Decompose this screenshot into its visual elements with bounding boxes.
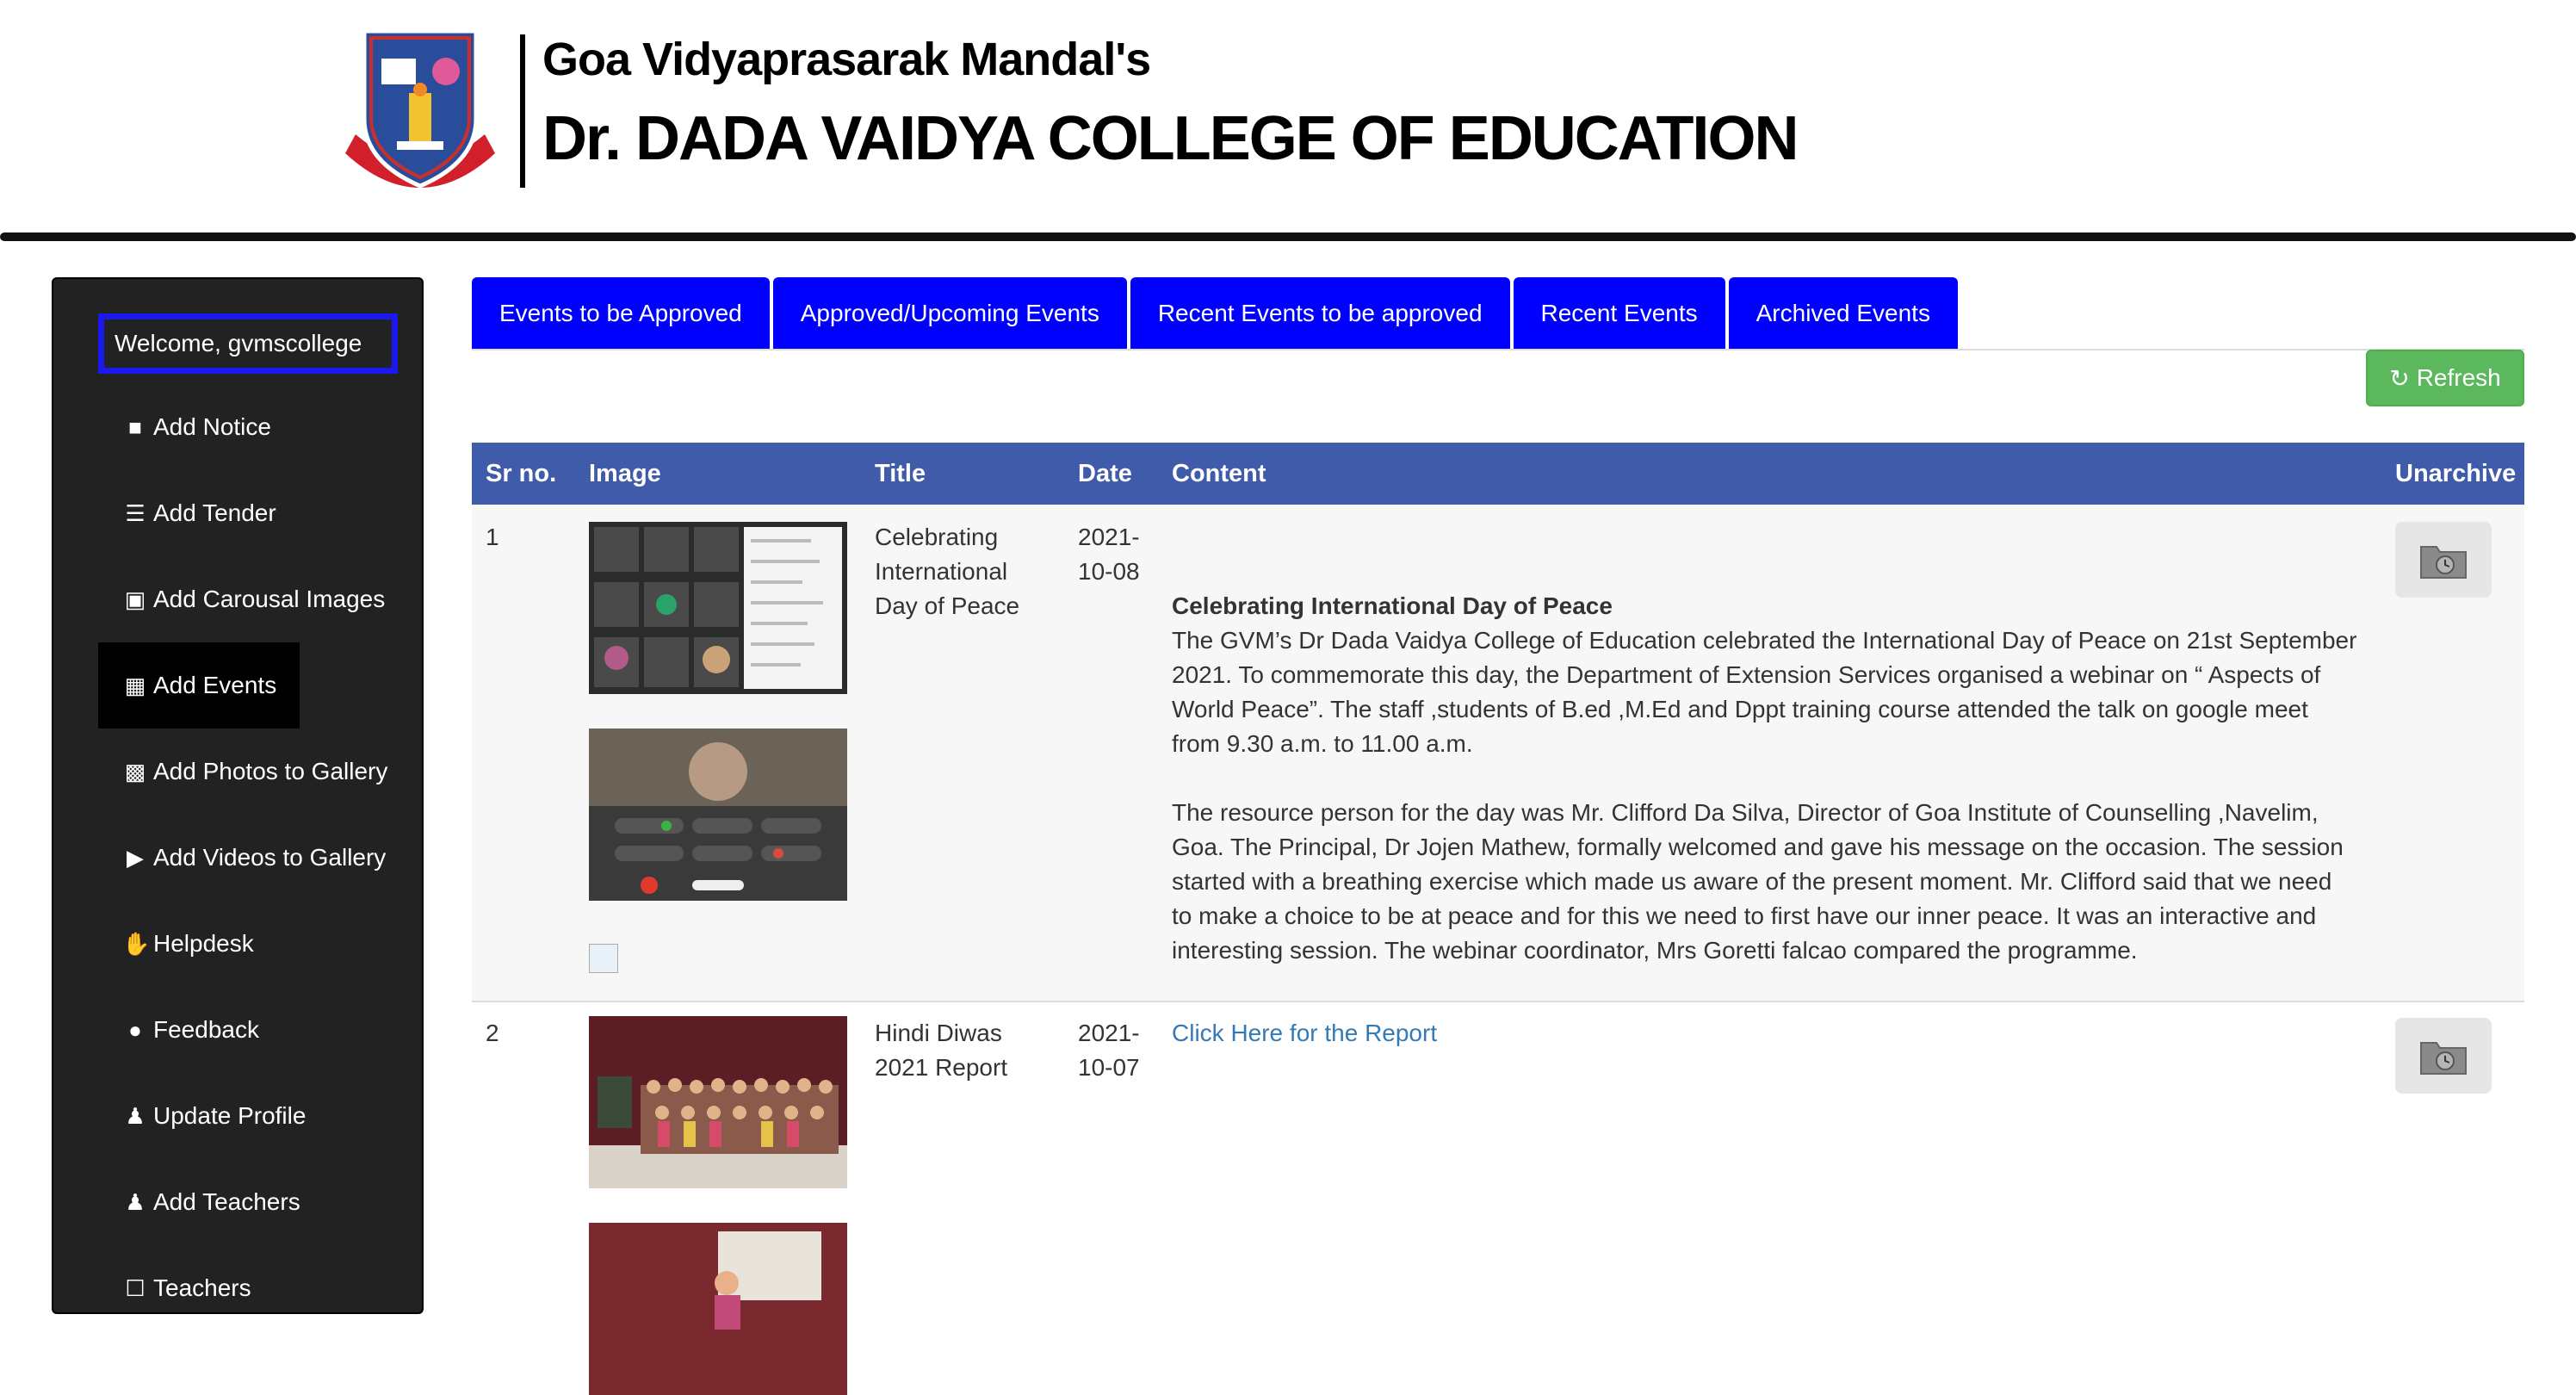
image-icon: ▣ (124, 586, 146, 612)
sidebar-item-add-photos[interactable]: ▩ Add Photos to Gallery (98, 728, 388, 815)
sidebar-item-label: Add Videos to Gallery (153, 844, 387, 871)
date-line: 2021- (1078, 1020, 1140, 1046)
sticky-note-icon: ■ (128, 413, 142, 440)
sidebar-item-add-teachers[interactable]: ♟ Add Teachers (98, 1159, 300, 1245)
tab-recent-events-to-be-approved[interactable]: Recent Events to be approved (1130, 277, 1510, 350)
title-line: Day of Peace (875, 592, 1020, 619)
date-line: 10-08 (1078, 558, 1140, 585)
tab-archived-events[interactable]: Archived Events (1728, 277, 1958, 350)
refresh-label: Refresh (2416, 364, 2501, 391)
refresh-icon: ↻ (2389, 364, 2410, 392)
content-line: from 9.30 a.m. to 11.00 a.m. (1172, 730, 1473, 757)
content-line: The GVM’s Dr Dada Vaidya College of Educ… (1172, 627, 2357, 654)
sidebar-item-label: Add Tender (153, 499, 276, 526)
title-line: 2021 Report (875, 1054, 1008, 1081)
content-line: interesting session. The webinar coordin… (1172, 937, 2138, 964)
sidebar-item-label: Add Teachers (153, 1188, 300, 1215)
archive-folder-icon (2420, 1042, 2467, 1075)
column-header-sr-no: Sr no. (486, 460, 557, 487)
sidebar-item-add-notice[interactable]: ■ Add Notice (98, 384, 271, 470)
sidebar-item-label: Teachers (153, 1274, 251, 1301)
sidebar-item-label: Feedback (153, 1016, 259, 1043)
table-header: Sr no. Image Title Date Content Unarchiv… (472, 443, 2524, 505)
sidebar-item-label: Helpdesk (153, 930, 254, 957)
images-icon: ▩ (124, 758, 146, 784)
org-name: Goa Vidyaprasarak Mandal's (542, 34, 1151, 85)
tab-approved-upcoming-events[interactable]: Approved/Upcoming Events (772, 277, 1127, 350)
sidebar-item-label: Update Profile (153, 1102, 307, 1129)
column-header-content: Content (1172, 460, 1266, 487)
sidebar-item-add-events[interactable]: ▦ Add Events (98, 642, 300, 728)
date-line: 10-07 (1078, 1054, 1140, 1081)
row-sr-number: 2 (486, 1020, 499, 1046)
content-line: started with a breathing exercise which … (1172, 868, 2332, 895)
column-header-unarchive: Unarchive (2395, 460, 2517, 487)
sidebar-item-add-carousal-images[interactable]: ▣ Add Carousal Images (98, 556, 386, 642)
title-line: International (875, 558, 1008, 585)
row-sr-number: 1 (486, 524, 499, 550)
sidebar: Welcome, gvmscollege ■ Add Notice ☰ Add … (52, 277, 424, 1314)
sidebar-item-add-tender[interactable]: ☰ Add Tender (98, 470, 276, 556)
page-header: Goa Vidyaprasarak Mandal's Dr. DADA VAID… (0, 0, 2576, 241)
handshake-icon: ✋ (122, 930, 151, 957)
title-line: Celebrating (875, 524, 999, 550)
header-divider (520, 34, 525, 188)
unarchive-button[interactable] (2395, 1018, 2492, 1094)
sidebar-item-label: Add Carousal Images (153, 586, 386, 612)
college-logo (345, 28, 495, 189)
table-row: 1 Celebrating International Day of Peace… (472, 505, 2524, 1002)
content-line: to make a choice to be at peace and for … (1172, 902, 2317, 929)
sidebar-item-update-profile[interactable]: ♟ Update Profile (98, 1073, 306, 1159)
sidebar-item-label: Add Events (153, 672, 277, 698)
sidebar-item-add-videos[interactable]: ▶ Add Videos to Gallery (98, 815, 386, 901)
content-line: World Peace”. The staff ,students of B.e… (1172, 696, 2308, 722)
calendar-icon: ▦ (124, 672, 146, 698)
title-line: Hindi Diwas (875, 1020, 1002, 1046)
sidebar-item-helpdesk[interactable]: ✋ Helpdesk (98, 901, 254, 987)
refresh-button[interactable]: ↻ Refresh (2366, 350, 2524, 406)
comments-icon: ● (128, 1016, 142, 1043)
event-title: Hindi Diwas 2021 Report (875, 1016, 1007, 1085)
tab-events-to-be-approved[interactable]: Events to be Approved (472, 277, 770, 350)
event-content: Celebrating International Day of Peace T… (1172, 589, 2386, 968)
event-image[interactable] (589, 522, 847, 694)
unarchive-button[interactable] (2395, 522, 2492, 598)
content-line: 2021. To commemorate this day, the Depar… (1172, 661, 2321, 688)
archive-folder-icon (2420, 546, 2467, 579)
date-line: 2021- (1078, 524, 1140, 550)
event-image[interactable] (589, 1016, 847, 1188)
content-heading: Celebrating International Day of Peace (1172, 592, 1613, 619)
table-row: 2 Hindi Diwas 2021 Report 2021- 10-07 Cl… (472, 1002, 2524, 1395)
broken-image-icon (589, 944, 618, 973)
sidebar-item-feedback[interactable]: ● Feedback (98, 987, 259, 1073)
college-name: Dr. DADA VAIDYA COLLEGE OF EDUCATION (542, 104, 1799, 173)
tab-recent-events[interactable]: Recent Events (1513, 277, 1725, 350)
events-tabs: Events to be Approved Approved/Upcoming … (472, 277, 1961, 350)
user-edit-icon: ♟ (125, 1102, 146, 1129)
content-line: Goa. The Principal, Dr Jojen Mathew, for… (1172, 834, 2344, 860)
tabs-underline (472, 349, 2524, 350)
column-header-date: Date (1078, 460, 1132, 487)
column-header-image: Image (589, 460, 661, 487)
sidebar-item-label: Add Photos to Gallery (153, 758, 388, 784)
list-icon: ☰ (125, 499, 146, 526)
header-rule (0, 232, 2576, 241)
event-date: 2021- 10-07 (1078, 1016, 1140, 1085)
content-line: The resource person for the day was Mr. … (1172, 799, 2319, 826)
video-icon: ▶ (127, 844, 144, 871)
report-link[interactable]: Click Here for the Report (1172, 1016, 1437, 1051)
event-title: Celebrating International Day of Peace (875, 520, 1019, 623)
sidebar-item-label: Add Notice (153, 413, 271, 440)
event-date: 2021- 10-08 (1078, 520, 1140, 589)
event-image[interactable] (589, 1223, 847, 1395)
user-plus-icon: ♟ (125, 1188, 146, 1215)
chalkboard-teacher-icon: ☐ (125, 1274, 146, 1301)
sidebar-item-teachers[interactable]: ☐ Teachers (98, 1245, 251, 1331)
event-image[interactable] (589, 728, 847, 901)
column-header-title: Title (875, 460, 926, 487)
welcome-label: Welcome, gvmscollege (98, 313, 398, 374)
